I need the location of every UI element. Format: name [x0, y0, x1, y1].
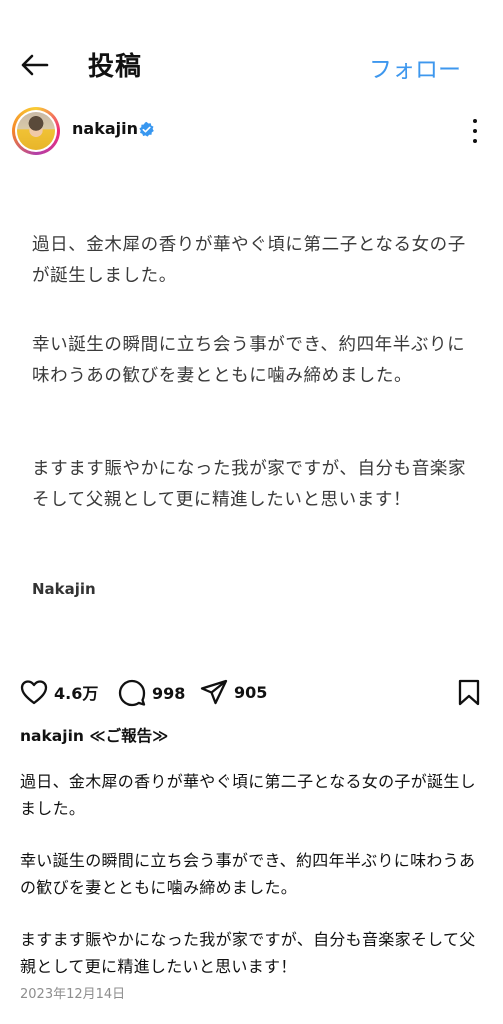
post-screen: 投稿 フォロー nakajin 過日、金木犀の香りが華やぐ頃に第二子となる女の子…	[0, 0, 503, 1024]
comment-count: 998	[152, 683, 186, 703]
top-bar: 投稿 フォロー	[0, 38, 503, 90]
image-text-paragraph-1: 過日、金木犀の香りが華やぐ頃に第二子となる女の子が誕生しました。	[32, 235, 466, 286]
comment-icon	[118, 679, 146, 707]
back-arrow-icon	[21, 54, 49, 76]
image-text-paragraph-3: ますます賑やかになった我が家ですが、自分も音楽家そして父親として更に精進したいと…	[32, 459, 467, 510]
verified-badge-icon	[139, 121, 154, 137]
page-title: 投稿	[88, 52, 143, 82]
caption-header: nakajin ≪ご報告≫	[20, 724, 168, 746]
bookmark-icon	[458, 679, 480, 706]
more-options-icon[interactable]	[469, 119, 481, 143]
like-button[interactable]: 4.6万	[20, 679, 98, 705]
caption-paragraph-1: 過日、金木犀の香りが華やぐ頃に第二子となる女の子が誕生しました。	[20, 772, 476, 818]
image-text-paragraph-2: 幸い誕生の瞬間に立ち会う事ができ、約四年半ぶりに味わうあの歓びを妻とともに噛み締…	[32, 335, 466, 386]
author-username[interactable]: nakajin	[72, 119, 138, 138]
save-button[interactable]	[457, 679, 481, 707]
caption-paragraph-3: ますます賑やかになった我が家ですが、自分も音楽家そして父親として更に精進したいと…	[20, 930, 476, 976]
avatar-image	[17, 112, 55, 150]
caption-username[interactable]: nakajin	[20, 727, 84, 745]
caption-paragraph-2: 幸い誕生の瞬間に立ち会う事ができ、約四年半ぶりに味わうあの歓びを妻とともに噛み締…	[20, 851, 476, 897]
caption-title: ≪ご報告≫	[89, 727, 169, 745]
back-button[interactable]	[14, 48, 54, 82]
follow-button[interactable]: フォロー	[369, 50, 461, 84]
avatar[interactable]	[12, 107, 60, 155]
share-icon	[200, 679, 228, 705]
share-count: 905	[234, 682, 268, 702]
post-date: 2023年12月14日	[20, 987, 126, 1002]
like-count: 4.6万	[54, 684, 99, 703]
post-actions-bar: 4.6万 998 905	[0, 675, 503, 713]
post-author-row: nakajin	[0, 105, 503, 157]
heart-icon	[20, 680, 48, 705]
share-button[interactable]: 905	[200, 679, 267, 705]
post-image[interactable]: 過日、金木犀の香りが華やぐ頃に第二子となる女の子が誕生しました。 幸い誕生の瞬間…	[0, 172, 503, 662]
comment-button[interactable]: 998	[118, 679, 185, 707]
image-signature: Nakajin	[32, 580, 96, 598]
